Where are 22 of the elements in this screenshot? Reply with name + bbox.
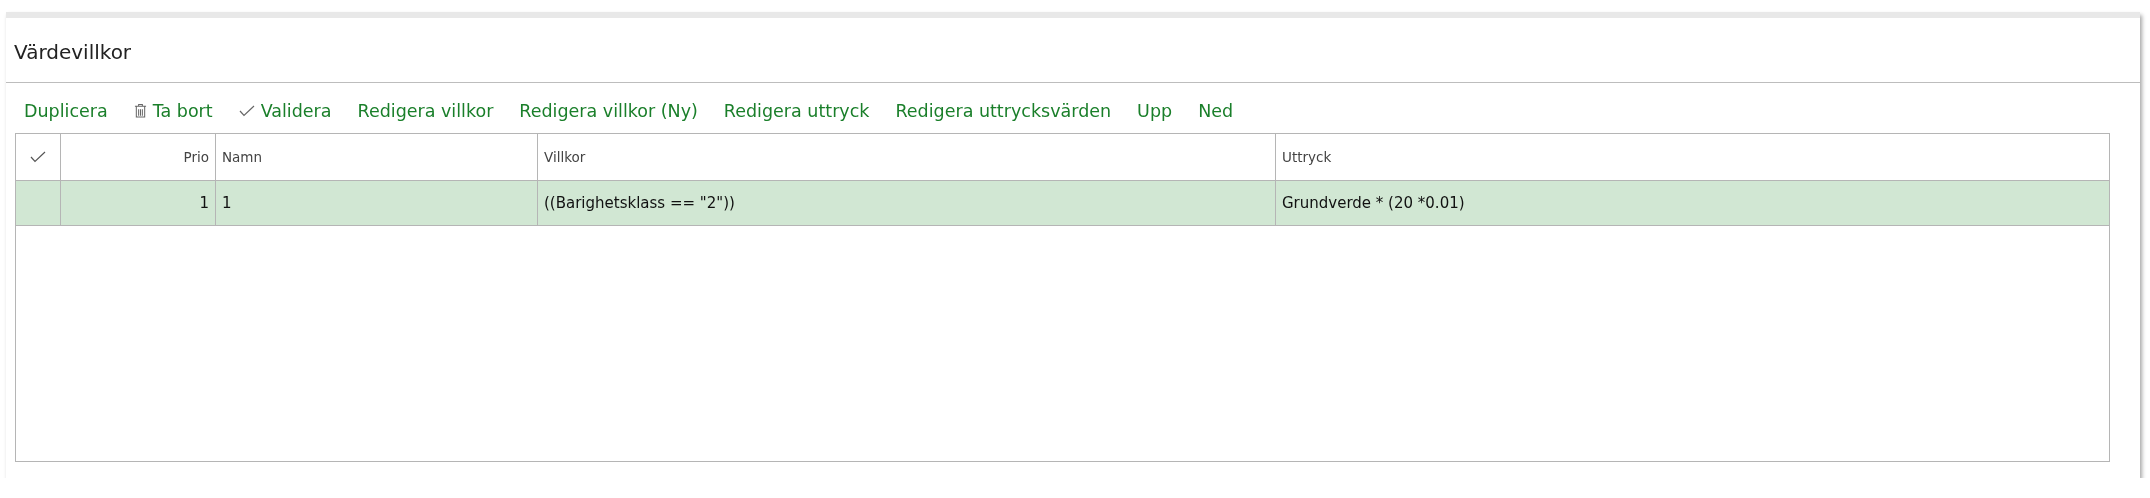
toolbar-button[interactable]: Redigera uttryck [715, 99, 878, 123]
toolbar-button[interactable]: Redigera uttrycksvärden [887, 99, 1120, 123]
column-header[interactable]: Uttryck [1276, 134, 2109, 180]
table-cell: ((Barighetsklass == "2")) [538, 181, 1276, 225]
checkmark-icon [238, 105, 255, 117]
column-header[interactable]: Villkor [538, 134, 1276, 180]
toolbar-button[interactable]: Redigera villkor [349, 99, 502, 123]
column-header[interactable]: Prio [61, 134, 216, 180]
table-cell: 1 [61, 181, 216, 225]
table-row[interactable]: 1 1 ((Barighetsklass == "2")) Grundverde * (20 *0.01) [16, 181, 2109, 226]
toolbar-button[interactable]: Validera [230, 99, 340, 123]
toolbar-button[interactable]: Ned [1190, 99, 1242, 123]
column-header[interactable]: Namn [216, 134, 538, 180]
select-all-checkmark-icon[interactable] [30, 151, 46, 163]
toolbar-button[interactable]: Redigera villkor (Ny) [511, 99, 706, 123]
toolbar-button[interactable]: Ta bort [125, 99, 221, 123]
toolbar-button[interactable]: Upp [1129, 99, 1181, 123]
trash-icon [133, 103, 147, 119]
toolbar-button[interactable]: Duplicera [16, 99, 116, 123]
panel-title: Värdevillkor [6, 18, 2140, 83]
table-cell-text: Grundverde * (20 *0.01) [1281, 193, 1466, 214]
table-cell: 1 [216, 181, 538, 225]
